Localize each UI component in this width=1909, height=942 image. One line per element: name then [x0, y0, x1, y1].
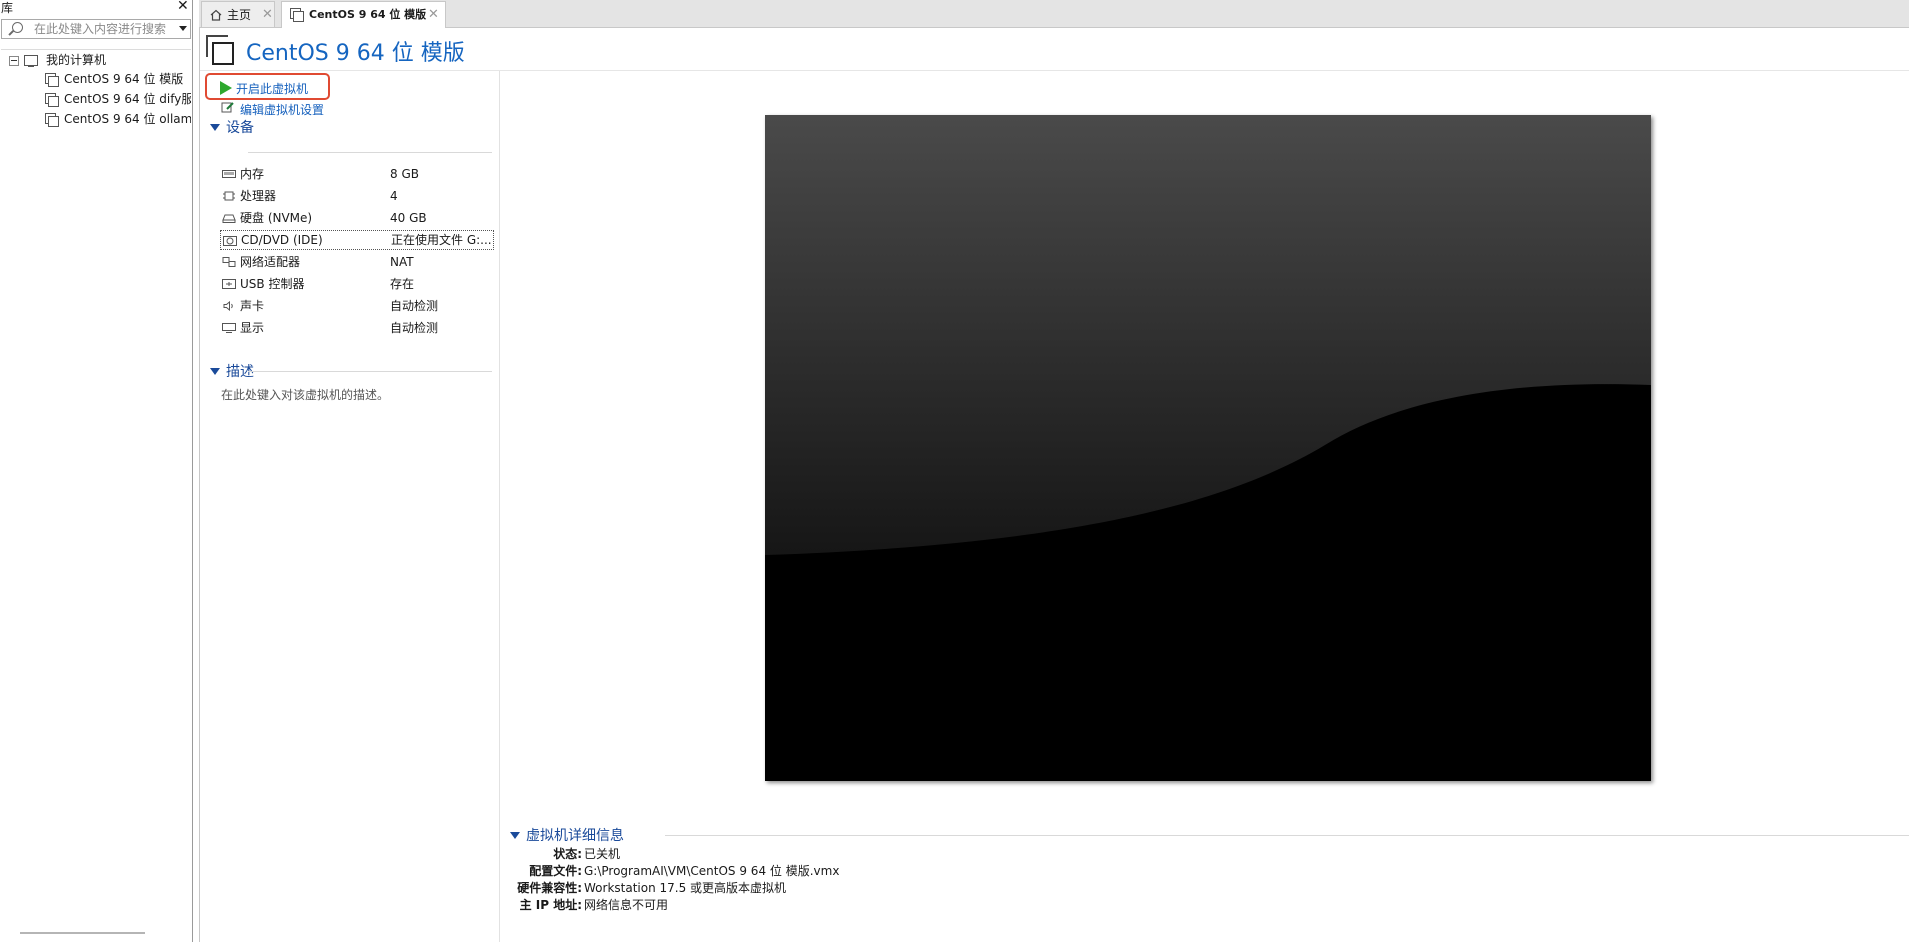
collapse-triangle-icon[interactable] — [210, 123, 220, 131]
search-input[interactable] — [34, 21, 168, 37]
vm-icon — [206, 35, 234, 65]
library-title: 库 — [1, 1, 14, 15]
tab-label: 主页 — [227, 8, 252, 22]
device-value: 8 GB — [390, 167, 419, 181]
tree-item-label: CentOS 9 64 位 dify服务 — [64, 92, 191, 106]
device-row-memory[interactable]: 内存 8 GB — [220, 164, 494, 184]
usb-icon — [222, 279, 236, 289]
detail-value: 已关机 — [584, 847, 621, 861]
device-value: 4 — [390, 189, 398, 203]
collapse-triangle-icon[interactable] — [210, 367, 220, 375]
device-row-network[interactable]: 网络适配器 NAT — [220, 252, 494, 272]
device-name: 显示 — [240, 321, 265, 335]
tab-bar: 主页 ✕ CentOS 9 64 位 模版 ✕ — [199, 0, 1909, 29]
sound-icon — [223, 301, 233, 311]
vm-icon — [290, 8, 304, 22]
section-title: 设备 — [226, 120, 254, 136]
search-icon — [12, 22, 23, 33]
description-field[interactable]: 在此处键入对该虚拟机的描述。 — [221, 386, 389, 403]
play-icon — [220, 81, 232, 95]
edit-vm-settings-link[interactable]: 编辑虚拟机设置 — [240, 101, 324, 118]
tree-item-label: CentOS 9 64 位 ollama — [64, 112, 191, 126]
cpu-icon — [223, 191, 235, 201]
vm-icon — [45, 113, 59, 127]
divider — [499, 71, 500, 942]
section-title: 描述 — [226, 364, 254, 380]
device-name: 处理器 — [240, 189, 277, 203]
horizontal-scrollbar[interactable] — [20, 932, 145, 934]
library-search-box[interactable] — [1, 19, 191, 39]
tree-item-vm[interactable]: CentOS 9 64 位 ollama — [45, 110, 191, 128]
detail-label: 主 IP 地址: — [519, 898, 582, 912]
device-name: 硬盘 (NVMe) — [240, 211, 313, 225]
device-value: 自动检测 — [390, 299, 439, 313]
library-panel: 库 ✕ 我的计算机 CentOS 9 64 位 模版 CentOS 9 64 位… — [0, 0, 193, 942]
tab-home[interactable]: 主页 ✕ — [201, 1, 275, 27]
device-row-disk[interactable]: 硬盘 (NVMe) 40 GB — [220, 208, 494, 228]
library-tree: 我的计算机 CentOS 9 64 位 模版 CentOS 9 64 位 dif… — [1, 49, 191, 935]
start-vm-link[interactable]: 开启此虚拟机 — [236, 80, 308, 97]
divider — [248, 152, 492, 153]
page-title: CentOS 9 64 位 模版 — [246, 41, 465, 66]
collapse-triangle-icon[interactable] — [510, 831, 520, 839]
device-value: NAT — [390, 255, 414, 269]
chevron-down-icon[interactable] — [179, 26, 187, 31]
network-icon — [222, 257, 236, 267]
detail-label: 配置文件: — [529, 864, 582, 878]
vm-screen-preview[interactable] — [765, 115, 1651, 781]
device-row-cd-dvd[interactable]: CD/DVD (IDE) 正在使用文件 G:... — [220, 230, 494, 250]
device-value: 40 GB — [390, 211, 427, 225]
tree-item-label: CentOS 9 64 位 模版 — [64, 72, 184, 86]
device-value: 存在 — [390, 277, 415, 291]
edit-settings-icon — [221, 102, 234, 113]
device-name: USB 控制器 — [240, 277, 305, 291]
devices-section-header[interactable]: 设备 — [210, 117, 254, 137]
detail-value: 网络信息不可用 — [584, 898, 669, 912]
divider — [665, 835, 1909, 836]
vm-summary-page: CentOS 9 64 位 模版 开启此虚拟机 编辑虚拟机设置 设备 内存 8 … — [199, 28, 1909, 942]
vm-icon — [45, 93, 59, 107]
vm-icon — [45, 73, 59, 87]
device-row-display[interactable]: 显示 自动检测 — [220, 318, 494, 338]
tree-item-my-computer[interactable]: 我的计算机 — [9, 51, 189, 69]
tree-item-vm[interactable]: CentOS 9 64 位 dify服务 — [45, 90, 191, 108]
device-name: 声卡 — [240, 299, 265, 313]
disk-icon — [222, 214, 236, 223]
device-row-usb[interactable]: USB 控制器 存在 — [220, 274, 494, 294]
close-icon[interactable]: ✕ — [177, 0, 189, 14]
tab-vm[interactable]: CentOS 9 64 位 模版 ✕ — [281, 1, 446, 29]
device-value: 自动检测 — [390, 321, 439, 335]
close-icon[interactable]: ✕ — [262, 2, 273, 28]
device-row-processor[interactable]: 处理器 4 — [220, 186, 494, 206]
section-title: 虚拟机详细信息 — [526, 828, 624, 844]
close-icon[interactable]: ✕ — [428, 2, 439, 28]
tab-label: CentOS 9 64 位 模版 — [309, 8, 427, 21]
cd-icon — [223, 236, 237, 246]
memory-icon — [222, 170, 236, 178]
library-header: 库 ✕ — [0, 0, 192, 15]
divider — [200, 70, 1909, 71]
collapse-icon[interactable] — [9, 55, 19, 66]
detail-label: 硬件兼容性: — [517, 881, 582, 895]
detail-value: Workstation 17.5 或更高版本虚拟机 — [584, 881, 787, 895]
tree-item-label: 我的计算机 — [46, 53, 107, 67]
device-row-sound[interactable]: 声卡 自动检测 — [220, 296, 494, 316]
device-value: 正在使用文件 G:... — [391, 233, 492, 247]
divider — [248, 371, 492, 372]
home-icon — [210, 9, 222, 21]
detail-value: G:\ProgramAI\VM\CentOS 9 64 位 模版.vmx — [584, 864, 840, 878]
tree-item-vm[interactable]: CentOS 9 64 位 模版 — [45, 70, 191, 88]
device-name: CD/DVD (IDE) — [241, 233, 323, 247]
device-name: 网络适配器 — [240, 255, 301, 269]
vm-details-section-header[interactable]: 虚拟机详细信息 — [510, 825, 624, 845]
device-name: 内存 — [240, 167, 265, 181]
computer-icon — [24, 55, 38, 67]
detail-label: 状态: — [553, 847, 582, 861]
display-icon — [222, 323, 236, 333]
preview-art — [765, 115, 1651, 781]
